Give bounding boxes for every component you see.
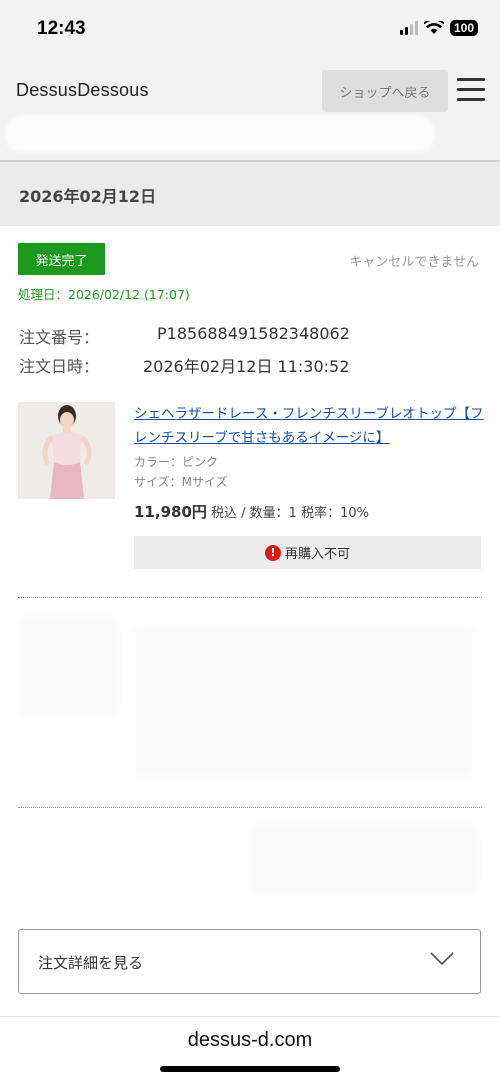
- product-title-link[interactable]: シェヘラザードレース・フレンチスリーブレオトップ【フレンチスリーブで甘さもあるイ…: [134, 402, 484, 450]
- order-number-label: 注文番号：: [19, 328, 100, 347]
- product-price: 11,980円: [134, 503, 207, 521]
- order-date-heading: 2026年02月12日: [19, 187, 157, 206]
- wifi-icon: [423, 21, 444, 34]
- home-indicator[interactable]: [160, 1066, 340, 1072]
- cellular-signal-icon: [399, 21, 418, 35]
- order-date-band: 2026年02月12日: [0, 162, 500, 226]
- rebuy-unavailable-button: ! 再購入不可: [134, 536, 481, 569]
- product-size: サイズ：Mサイズ: [134, 475, 228, 489]
- cancel-note: キャンセルできません: [349, 255, 479, 270]
- redacted-area: [20, 616, 120, 716]
- order-card: 発送完了 キャンセルできません 処理日：2026/02/12 (17:07) 注…: [0, 226, 500, 1016]
- url-text[interactable]: dessus-d.com: [0, 1029, 500, 1052]
- order-datetime-label: 注文日時：: [19, 357, 100, 376]
- order-datetime-row: 注文日時： 2026年02月12日 11:30:52: [19, 353, 349, 377]
- price-line: 11,980円 税込 / 数量：1 税率：10%: [134, 501, 369, 522]
- divider: [18, 807, 482, 808]
- rebuy-label: 再購入不可: [284, 547, 350, 562]
- redacted-area: [250, 824, 480, 894]
- order-number-value: P185688491582348062: [157, 324, 350, 343]
- chevron-down-icon: [430, 952, 454, 966]
- order-number-row: 注文番号： P185688491582348062: [19, 324, 350, 348]
- battery-indicator: 100: [449, 20, 478, 36]
- brand-logo[interactable]: DessusDessous: [16, 80, 149, 101]
- order-details-toggle[interactable]: 注文詳細を見る: [18, 929, 481, 994]
- hamburger-menu-icon[interactable]: [457, 78, 485, 102]
- order-datetime-value: 2026年02月12日 11:30:52: [143, 357, 350, 376]
- product-image[interactable]: [18, 402, 115, 499]
- shop-back-button[interactable]: ショップへ戻る: [322, 70, 448, 112]
- product-color: カラー：ピンク: [134, 455, 219, 469]
- price-details: 税込 / 数量：1 税率：10%: [211, 506, 369, 521]
- browser-url-bar[interactable]: dessus-d.com: [0, 1016, 500, 1080]
- redacted-area: [134, 626, 474, 776]
- alert-icon: !: [264, 544, 281, 561]
- order-details-label: 注文詳細を見る: [38, 954, 144, 972]
- processed-date: 処理日：2026/02/12 (17:07): [18, 287, 190, 302]
- shipping-status-badge: 発送完了: [18, 243, 105, 275]
- site-header: DessusDessous ショップへ戻る: [0, 60, 500, 160]
- redacted-area: [5, 115, 435, 153]
- status-bar: 12:43 100: [0, 0, 500, 60]
- status-time: 12:43: [37, 18, 86, 39]
- divider: [18, 597, 482, 598]
- status-icons: 100: [399, 20, 478, 36]
